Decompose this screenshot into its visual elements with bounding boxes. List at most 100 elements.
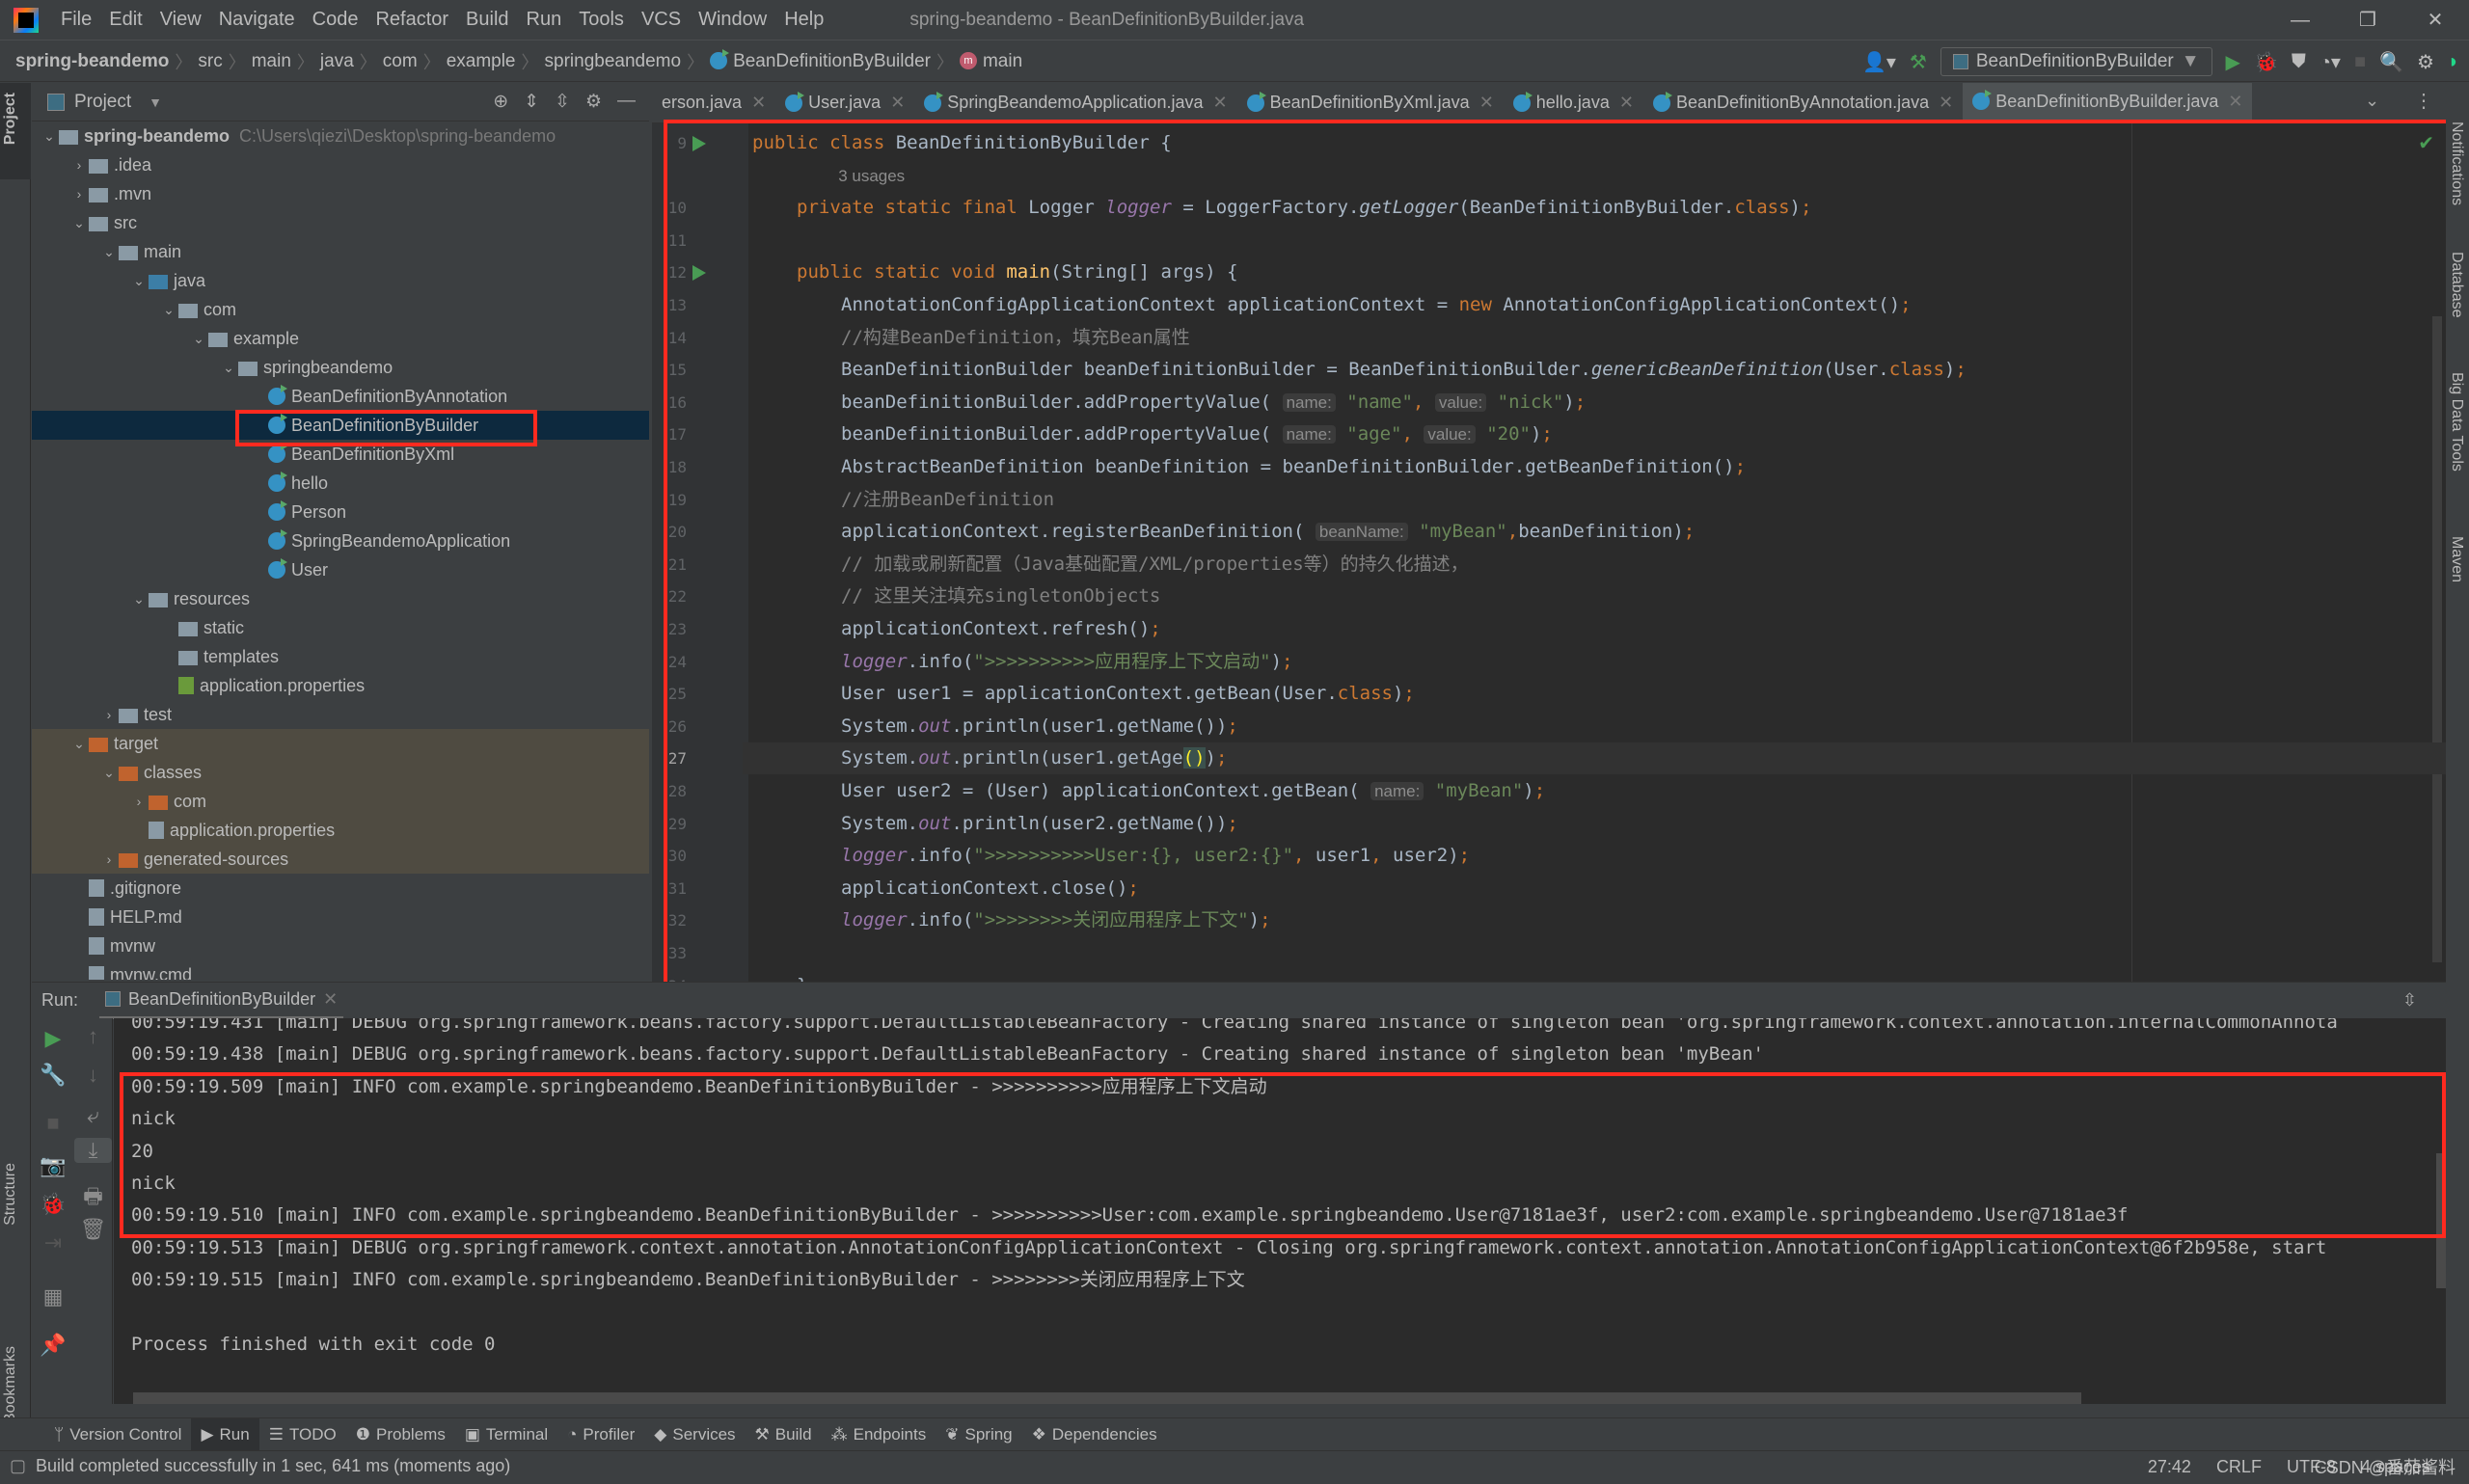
line-number[interactable]: 16 — [658, 393, 687, 412]
tree-item[interactable]: application.properties — [32, 671, 649, 700]
tool-window-build[interactable]: ⚒ Build — [746, 1418, 822, 1451]
pin-icon[interactable]: 📌 — [32, 1333, 74, 1358]
tree-item[interactable]: mvnw.cmd — [32, 960, 649, 980]
code-line[interactable]: beanDefinitionBuilder.addPropertyValue( … — [743, 387, 1586, 418]
chevron-down-icon[interactable]: ⌄ — [159, 302, 178, 318]
resize-icon[interactable]: ⇳ — [2402, 990, 2417, 1011]
tree-item[interactable]: ⌄ src — [32, 208, 649, 237]
line-number[interactable]: 15 — [658, 361, 687, 379]
line-number[interactable]: 17 — [658, 425, 687, 444]
code-line[interactable]: public static void main(String[] args) { — [743, 256, 1238, 288]
editor-tab[interactable]: BeanDefinitionByXml.java ✕ — [1237, 83, 1504, 122]
menu-code[interactable]: Code — [304, 9, 367, 31]
debug-icon[interactable]: 🐞 — [32, 1192, 74, 1217]
database-tab[interactable]: Database — [2448, 252, 2465, 318]
tree-item[interactable]: ⌄ target — [32, 729, 649, 758]
line-number[interactable]: 32 — [658, 911, 687, 930]
close-icon[interactable]: ✕ — [1479, 93, 1494, 113]
tree-item[interactable]: ⌄ main — [32, 237, 649, 266]
tool-window-terminal[interactable]: ▣ Terminal — [455, 1418, 557, 1451]
menu-help[interactable]: Help — [775, 9, 832, 31]
project-header-label[interactable]: Project — [74, 92, 131, 113]
status-panel-icon[interactable]: ▢ — [10, 1456, 26, 1476]
line-number[interactable]: 25 — [658, 685, 687, 703]
editor-tab[interactable]: hello.java ✕ — [1504, 83, 1643, 122]
tree-item[interactable]: mvnw — [32, 931, 649, 960]
code-line[interactable]: //构建BeanDefinition，填充Bean属性 — [743, 322, 1190, 354]
chevron-down-icon[interactable]: ⌄ — [69, 215, 89, 231]
menu-edit[interactable]: Edit — [100, 9, 150, 31]
notifications-tab[interactable]: Notifications — [2448, 121, 2465, 205]
tree-item[interactable]: › com — [32, 787, 649, 816]
tool-window-endpoints[interactable]: ⁂ Endpoints — [822, 1418, 936, 1451]
run-gutter-icon[interactable] — [692, 265, 706, 282]
tool-window-run[interactable]: ▶ Run — [191, 1417, 259, 1451]
code-line[interactable] — [743, 225, 752, 256]
hide-icon[interactable]: — — [617, 91, 636, 113]
chevron-down-icon[interactable]: ▼ — [149, 94, 162, 110]
menu-view[interactable]: View — [151, 9, 210, 31]
line-number[interactable]: 19 — [658, 491, 687, 509]
line-number[interactable]: 18 — [658, 458, 687, 476]
editor-tab[interactable]: User.java ✕ — [775, 83, 914, 122]
breadcrumb-method[interactable]: m main — [954, 51, 1028, 72]
code-line[interactable]: private static final Logger logger = Log… — [743, 192, 1811, 224]
status-message[interactable]: Build completed successfully in 1 sec, 6… — [36, 1456, 510, 1476]
line-number[interactable]: 10 — [658, 199, 687, 217]
stop-icon[interactable]: ■ — [2354, 51, 2366, 73]
tool-window-todo[interactable]: ☰ TODO — [259, 1418, 346, 1451]
chevron-right-icon[interactable]: › — [129, 794, 149, 809]
arrow-down-icon[interactable]: ↓ — [74, 1063, 112, 1088]
line-number[interactable]: 28 — [658, 782, 687, 800]
chevron-down-icon[interactable]: ⌄ — [99, 244, 119, 260]
breadcrumb-springbeandemo[interactable]: springbeandemo — [539, 51, 688, 72]
close-button[interactable]: ✕ — [2401, 0, 2469, 40]
tree-item[interactable]: BeanDefinitionByBuilder — [32, 411, 649, 440]
editor-tab[interactable]: BeanDefinitionByAnnotation.java ✕ — [1643, 83, 1963, 122]
minimize-button[interactable]: — — [2266, 0, 2334, 40]
chevron-right-icon[interactable]: › — [69, 157, 89, 173]
tree-item[interactable]: SpringBeandemoApplication — [32, 526, 649, 555]
tool-window-spring[interactable]: ❦ Spring — [936, 1418, 1021, 1451]
print-icon[interactable]: 🖶 — [74, 1180, 112, 1217]
menu-tools[interactable]: Tools — [570, 9, 633, 31]
run-icon[interactable]: ▶ — [2226, 50, 2240, 74]
editor-tab[interactable]: SpringBeandemoApplication.java ✕ — [914, 83, 1236, 122]
tree-item[interactable]: › generated-sources — [32, 845, 649, 874]
tree-item[interactable]: BeanDefinitionByXml — [32, 440, 649, 469]
line-number[interactable]: 30 — [658, 847, 687, 865]
breadcrumb-main[interactable]: main — [246, 51, 297, 72]
code-line[interactable]: } — [743, 970, 807, 982]
code-line[interactable]: // 加载或刷新配置（Java基础配置/XML/properties等）的持久化… — [743, 549, 1469, 580]
code-area[interactable]: public class BeanDefinitionByBuilder {3 … — [743, 123, 2446, 982]
code-line[interactable]: beanDefinitionBuilder.addPropertyValue( … — [743, 418, 1553, 450]
close-icon[interactable]: ✕ — [2228, 92, 2242, 112]
menu-file[interactable]: File — [52, 9, 100, 31]
user-icon[interactable]: 👤▾ — [1862, 50, 1896, 74]
tree-item[interactable]: hello — [32, 469, 649, 498]
tree-item[interactable]: Person — [32, 498, 649, 526]
line-number[interactable]: 23 — [658, 620, 687, 638]
tree-item[interactable]: › .idea — [32, 150, 649, 179]
tree-item[interactable]: .gitignore — [32, 874, 649, 903]
code-line[interactable]: logger.info(">>>>>>>>>>User:{}, user2:{}… — [743, 840, 1470, 872]
code-editor[interactable]: 9 10 11 12 13 14 15 16 17 18 19 20 21 22 23 24 25 26 27 28 2… — [652, 123, 2446, 982]
menu-vcs[interactable]: VCS — [633, 9, 690, 31]
bookmarks-tool-tab[interactable]: Bookmarks — [2, 1346, 19, 1423]
menu-window[interactable]: Window — [690, 9, 775, 31]
line-number[interactable]: 29 — [658, 815, 687, 833]
menu-refactor[interactable]: Refactor — [366, 9, 457, 31]
line-number[interactable]: 9 — [658, 134, 687, 152]
code-line[interactable] — [743, 937, 752, 969]
close-icon[interactable]: ✕ — [323, 989, 338, 1010]
line-number[interactable]: 26 — [658, 717, 687, 736]
line-number[interactable]: 11 — [658, 231, 687, 250]
layout-icon[interactable]: ▦ — [32, 1284, 74, 1309]
tree-item[interactable]: application.properties — [32, 816, 649, 845]
code-line[interactable]: logger.info(">>>>>>>>>>应用程序上下文启动"); — [743, 646, 1292, 678]
code-line[interactable]: // 这里关注填充singletonObjects — [743, 580, 1160, 612]
run-gutter-icon[interactable] — [692, 136, 706, 151]
code-line[interactable]: System.out.println(user2.getName()); — [743, 808, 1238, 840]
run-console[interactable]: 00:59:19.431 [main] DEBUG org.springfram… — [114, 1018, 2446, 1404]
maven-tab[interactable]: Maven — [2448, 536, 2465, 582]
